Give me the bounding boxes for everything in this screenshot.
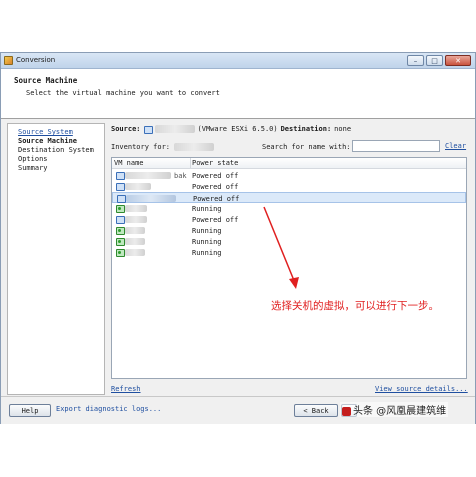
watermark: 头条 @风凰晨建筑维 (340, 402, 449, 417)
watermark-text: 头条 @风凰晨建筑维 (353, 406, 447, 417)
vm-off-icon (116, 171, 125, 180)
nav-step-source-system[interactable]: Source System (18, 128, 73, 136)
vm-power-state: Powered off (192, 183, 239, 191)
search-input[interactable] (352, 140, 440, 152)
column-header-power-state[interactable]: Power state (192, 159, 238, 167)
vm-name-redacted (125, 216, 147, 223)
vm-name-redacted (126, 195, 176, 202)
vm-row[interactable]: bak Powered off (112, 170, 466, 181)
page-subtitle: Select the virtual machine you want to c… (26, 89, 220, 97)
vm-running-icon (116, 204, 125, 213)
watermark-logo-icon (342, 406, 351, 416)
inventory-label: Inventory for: (111, 143, 171, 151)
vm-name-redacted (125, 172, 171, 179)
vm-off-icon (116, 182, 125, 191)
minimize-button[interactable]: – (407, 55, 424, 66)
vm-row[interactable]: Powered off (112, 181, 466, 192)
vm-row[interactable]: Running (112, 247, 466, 258)
main-panel: Source: (VMware ESXi 6.5.0) Destination:… (109, 123, 471, 395)
vm-power-state: Running (192, 205, 222, 213)
vm-list-header: VM name Power state (112, 158, 466, 169)
vm-name-redacted (125, 238, 145, 245)
search-label: Search for name with: (262, 143, 351, 151)
wizard-steps-nav: Source System Source Machine Destination… (7, 123, 105, 395)
close-button[interactable]: ✕ (445, 55, 471, 66)
vm-off-icon (117, 194, 126, 203)
window-title: Conversion (16, 56, 56, 64)
vm-power-state: Powered off (192, 172, 239, 180)
annotation-text: 选择关机的虚拟，可以进行下一步。 (271, 300, 439, 312)
inventory-row: Inventory for: (111, 143, 215, 151)
back-button[interactable]: < Back (294, 404, 338, 417)
conversion-window: Conversion – □ ✕ Source Machine Select t… (0, 52, 476, 424)
clear-link[interactable]: Clear (445, 142, 466, 150)
help-button[interactable]: Help (9, 404, 51, 417)
nav-step-options: Options (18, 155, 48, 163)
vm-name-redacted (125, 183, 151, 190)
vm-name-redacted (125, 227, 145, 234)
window-controls: – □ ✕ (407, 55, 471, 66)
vm-name-redacted (125, 249, 145, 256)
source-row: Source: (VMware ESXi 6.5.0) Destination:… (111, 125, 352, 134)
vm-name-fragment: bak (174, 172, 187, 180)
column-header-vm-name[interactable]: VM name (114, 159, 144, 167)
vm-power-state: Running (192, 249, 222, 257)
vm-running-icon (116, 248, 125, 257)
vm-off-icon (116, 215, 125, 224)
vm-row[interactable]: Powered off (112, 214, 466, 225)
vm-power-state: Running (192, 227, 222, 235)
title-bar: Conversion – □ ✕ (1, 53, 475, 69)
refresh-link[interactable]: Refresh (111, 385, 141, 393)
host-name-redacted (154, 125, 195, 133)
vm-running-icon (116, 226, 125, 235)
export-logs-link[interactable]: Export diagnostic logs... (56, 405, 161, 413)
view-source-details-link[interactable]: View source details... (375, 385, 468, 393)
host-icon (143, 125, 153, 134)
vm-list[interactable]: VM name Power state bak Powered off Powe… (111, 157, 467, 379)
vm-row[interactable]: Running (112, 236, 466, 247)
host-version: (VMware ESXi 6.5.0) (197, 125, 278, 133)
nav-step-summary: Summary (18, 164, 48, 172)
destination-label: Destination: (280, 125, 332, 133)
converter-app-icon (4, 56, 13, 65)
vm-power-state: Running (192, 238, 222, 246)
column-separator[interactable] (190, 158, 191, 169)
vm-name-redacted (125, 205, 147, 212)
source-label: Source: (111, 125, 141, 133)
destination-value: none (334, 125, 352, 133)
vm-power-state: Powered off (193, 195, 240, 203)
vm-running-icon (116, 237, 125, 246)
page-title: Source Machine (14, 76, 78, 85)
vm-power-state: Powered off (192, 216, 239, 224)
nav-step-destination-system: Destination System (18, 146, 94, 154)
vm-row[interactable]: Running (112, 203, 466, 214)
vm-row-selected[interactable]: Powered off (112, 192, 466, 203)
maximize-button[interactable]: □ (426, 55, 443, 66)
wizard-header: Source Machine Select the virtual machin… (1, 69, 475, 119)
vm-row[interactable]: Running (112, 225, 466, 236)
inventory-host-redacted (174, 143, 215, 151)
nav-step-source-machine: Source Machine (18, 137, 78, 145)
